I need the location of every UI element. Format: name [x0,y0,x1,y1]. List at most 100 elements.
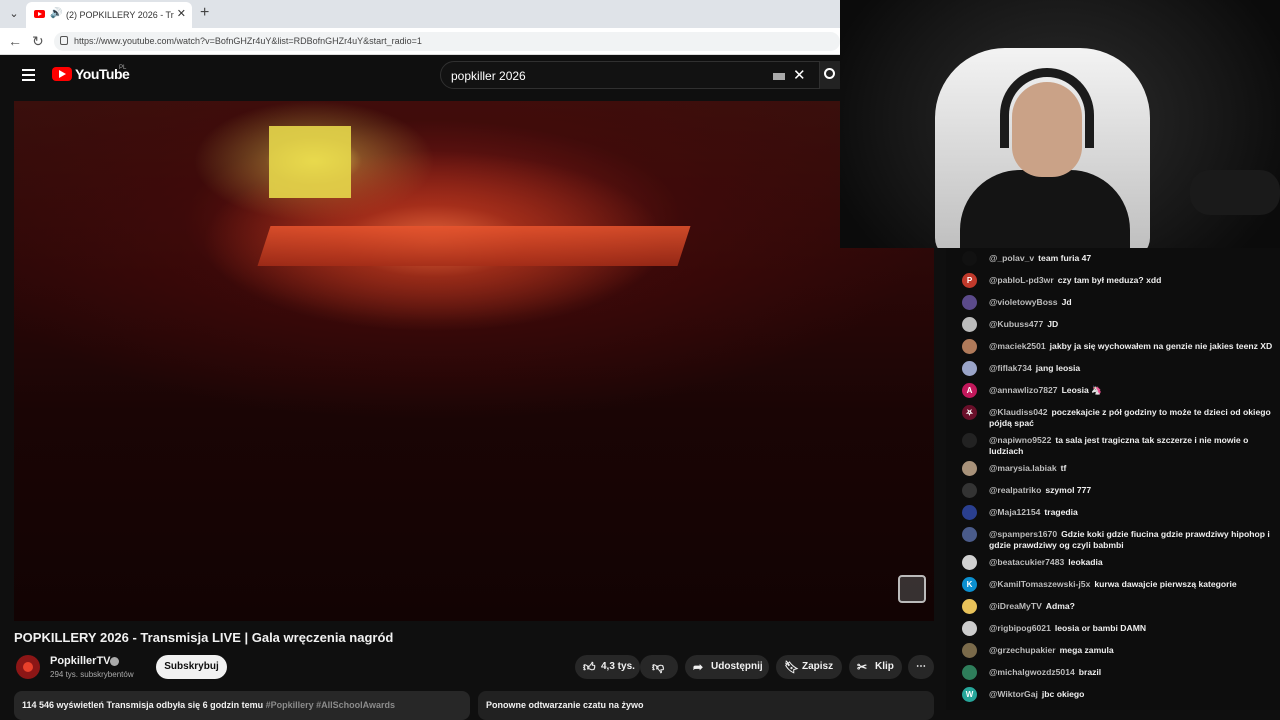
chat-username[interactable]: @Kubuss477 [989,319,1043,329]
chat-message-body: @spampers1670 Gdzie koki gdzie fiucina gd… [989,529,1275,551]
chat-replay-label: Ponowne odtwarzanie czatu na żywo [486,700,644,710]
clip-button[interactable]: ✂ Klip [849,655,902,679]
chat-avatar[interactable]: P [962,273,977,288]
streamer-body [960,170,1130,248]
like-button[interactable]: 👍︎ 4,3 tys. [575,655,640,679]
chat-username[interactable]: @spampers1670 [989,529,1057,539]
chat-username[interactable]: @michalgwozdz5014 [989,667,1075,677]
search-button[interactable] [820,61,840,89]
thumbs-down-icon: 👎︎ [652,660,665,674]
chat-avatar[interactable] [962,461,977,476]
channel-watermark-icon[interactable] [898,575,926,603]
chat-username[interactable]: @grzechupakier [989,645,1056,655]
chat-avatar[interactable]: W [962,687,977,702]
channel-name[interactable]: PopkillerTV [50,655,111,667]
chat-avatar[interactable] [962,527,977,542]
chat-message-body: @annawlizo7827 Leosia 🦄 [989,385,1275,396]
chat-avatar[interactable] [962,483,977,498]
chat-username[interactable]: @Klaudiss042 [989,407,1048,417]
chat-avatar[interactable] [962,251,977,266]
url-field[interactable]: https://www.youtube.com/watch?v=BofnGHZr… [54,32,840,51]
chat-avatar[interactable]: A [962,383,977,398]
chat-username[interactable]: @fiflak734 [989,363,1032,373]
chat-avatar[interactable] [962,643,977,658]
chat-username[interactable]: @beatacukier7483 [989,557,1064,567]
tab-title: (2) POPKILLERY 2026 - Transmisja LIVE | … [66,10,174,20]
microphone [1190,170,1280,215]
chat-message-body: @marysia.labiak tf [989,463,1275,474]
reload-icon[interactable]: ↻ [32,33,44,50]
chat-avatar[interactable] [962,505,977,520]
chat-username[interactable]: @iDreaMyTV [989,601,1042,611]
more-icon: ⋯ [916,661,926,672]
chat-username[interactable]: @annawlizo7827 [989,385,1058,395]
chat-username[interactable]: @Maja12154 [989,507,1040,517]
menu-icon[interactable] [22,69,35,81]
keyboard-icon[interactable] [773,73,785,80]
chat-text: JD [1047,319,1059,329]
chat-message-body: @_polav_v team furia 47 [989,253,1275,264]
chat-text: czy tam był meduza? xdd [1057,275,1162,285]
chat-message-body: @Maja12154 tragedia [989,507,1275,518]
chat-avatar[interactable] [962,339,977,354]
chat-text: Leosia 🦄 [1061,385,1102,395]
chat-avatar[interactable] [962,433,977,448]
chat-replay-panel[interactable]: Ponowne odtwarzanie czatu na żywo [478,691,934,720]
chat-avatar[interactable]: K [962,577,977,592]
new-tab-button[interactable]: + [200,4,209,22]
chat-message-body: @violetowyBoss Jd [989,297,1275,308]
chat-username[interactable]: @pabloL-pd3wr [989,275,1054,285]
chat-username[interactable]: @violetowyBoss [989,297,1058,307]
speaker-icon[interactable]: 🔊 [50,8,62,19]
subscriber-count: 294 tys. subskrybentów [50,670,134,679]
subscribe-button[interactable]: Subskrybuj [156,655,227,679]
chat-username[interactable]: @napiwno9522 [989,435,1051,445]
chat-message-body: @grzechupakier mega zamula [989,645,1275,656]
description-tags[interactable]: #Popkillery #AllSchoolAwards [266,700,395,710]
description-box[interactable]: 114 546 wyświetleń Transmisja odbyła się… [14,691,470,720]
chat-username[interactable]: @_polav_v [989,253,1034,263]
chat-username[interactable]: @marysia.labiak [989,463,1057,473]
tab-list-chevron-icon[interactable]: ⌄ [6,6,22,22]
dislike-button[interactable]: 👎︎ [640,655,678,679]
clear-search-icon[interactable]: ✕ [793,66,806,84]
chat-text: Adma? [1045,601,1075,611]
chat-avatar[interactable]: ⛧ [962,405,977,420]
chat-message-body: @michalgwozdz5014 brazil [989,667,1275,678]
chat-avatar[interactable] [962,295,977,310]
chat-avatar[interactable] [962,361,977,376]
chat-avatar[interactable] [962,317,977,332]
chat-message-body: @iDreaMyTV Adma? [989,601,1275,612]
chat-message-body: @maciek2501 jakby ja się wychowałem na ge… [989,341,1275,352]
chat-avatar[interactable] [962,599,977,614]
site-info-icon[interactable] [60,36,68,45]
share-button[interactable]: ➦ Udostępnij [685,655,769,679]
channel-avatar[interactable] [16,655,40,679]
description-stats: 114 546 wyświetleń Transmisja odbyła się… [22,700,264,710]
video-player[interactable] [14,101,934,621]
back-arrow-icon[interactable]: ← [8,33,22,49]
chat-message-body: @KamilTomaszewski-j5x kurwa dawajcie pier… [989,579,1275,590]
chat-message-body: @rigbipog6021 leosia or bambi DAMN [989,623,1275,634]
more-actions-button[interactable]: ⋯ [908,655,934,679]
chat-text: szymol 777 [1045,485,1092,495]
youtube-logo-icon[interactable] [52,67,72,81]
chat-username[interactable]: @WiktorGaj [989,689,1038,699]
browser-tab[interactable]: 🔊 (2) POPKILLERY 2026 - Transmisja LIVE … [26,2,192,28]
chat-message-body: @realpatriko szymol 777 [989,485,1275,496]
chat-message-body: @Klaudiss042 poczekajcie z pół godziny to… [989,407,1275,429]
like-count: 4,3 tys. [601,661,635,672]
chat-avatar[interactable] [962,555,977,570]
tab-close-icon[interactable]: ✕ [177,7,186,20]
save-button[interactable]: 🔖︎ Zapisz [776,655,842,679]
chat-text: mega zamula [1059,645,1114,655]
chat-username[interactable]: @rigbipog6021 [989,623,1051,633]
chat-avatar[interactable] [962,621,977,636]
url-text: https://www.youtube.com/watch?v=BofnGHZr… [74,36,422,46]
chat-username[interactable]: @maciek2501 [989,341,1046,351]
chat-username[interactable]: @KamilTomaszewski-j5x [989,579,1090,589]
search-input[interactable]: popkiller 2026 ✕ [440,61,820,89]
chat-avatar[interactable] [962,665,977,680]
share-label: Udostępnij [711,661,763,672]
chat-username[interactable]: @realpatriko [989,485,1041,495]
